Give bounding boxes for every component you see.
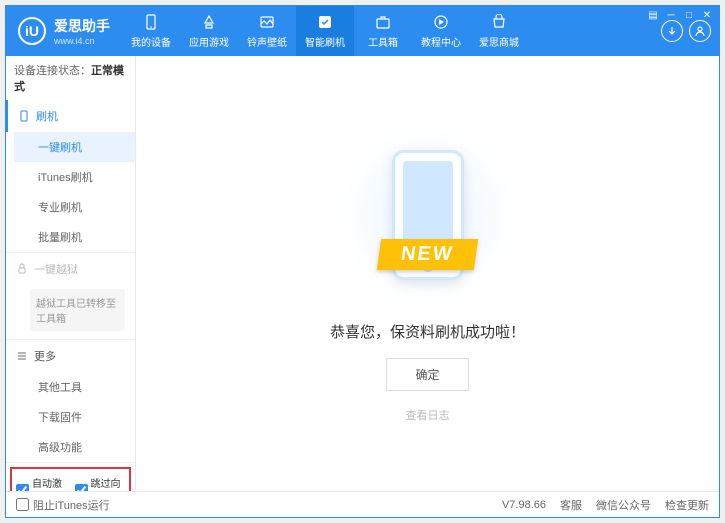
- download-icon[interactable]: [661, 20, 683, 42]
- success-message: 恭喜您，保资料刷机成功啦！: [330, 321, 525, 342]
- check-auto-activate[interactable]: 自动激活: [16, 475, 67, 491]
- window-controls: ▤ ─ □ ✕: [645, 8, 715, 22]
- jailbreak-note: 越狱工具已转移至工具箱: [30, 289, 125, 331]
- ok-button[interactable]: 确定: [386, 358, 468, 391]
- logo-icon: iU: [18, 17, 46, 45]
- nav-flash[interactable]: 智能刷机: [296, 6, 354, 56]
- new-ribbon: NEW: [377, 239, 478, 270]
- wechat-link[interactable]: 微信公众号: [596, 497, 651, 513]
- nav-apps[interactable]: 应用游戏: [180, 6, 238, 56]
- menu-icon[interactable]: ▤: [645, 8, 661, 22]
- check-skip-guide[interactable]: 跳过向导: [75, 475, 126, 491]
- view-log-link[interactable]: 查看日志: [406, 407, 450, 423]
- sidebar-item-pro[interactable]: 专业刷机: [14, 192, 135, 222]
- nav-ringtones[interactable]: 铃声壁纸: [238, 6, 296, 56]
- block-itunes-check[interactable]: 阻止iTunes运行: [16, 497, 488, 513]
- apps-icon: [200, 13, 218, 31]
- update-link[interactable]: 检查更新: [665, 497, 709, 513]
- section-jailbreak: 一键越狱 越狱工具已转移至工具箱: [6, 253, 135, 340]
- nav-toolbox[interactable]: 工具箱: [354, 6, 412, 56]
- phone-icon: [142, 13, 160, 31]
- section-jailbreak-head[interactable]: 一键越狱: [6, 253, 135, 285]
- user-icon[interactable]: [689, 20, 711, 42]
- footer: 阻止iTunes运行 V7.98.66 客服 微信公众号 检查更新: [6, 491, 719, 517]
- flash-icon: [316, 13, 334, 31]
- sidebar-item-batch[interactable]: 批量刷机: [14, 222, 135, 252]
- close-icon[interactable]: ✕: [699, 8, 715, 22]
- body: 设备连接状态：正常模式 刷机 一键刷机 iTunes刷机 专业刷机 批量刷机 一…: [6, 56, 719, 491]
- phone-icon: [18, 110, 30, 122]
- connection-status: 设备连接状态：正常模式: [6, 56, 135, 100]
- sidebar: 设备连接状态：正常模式 刷机 一键刷机 iTunes刷机 专业刷机 批量刷机 一…: [6, 56, 136, 491]
- section-more: 更多 其他工具 下载固件 高级功能: [6, 340, 135, 463]
- list-icon: [16, 350, 28, 362]
- sidebar-item-itunes[interactable]: iTunes刷机: [14, 162, 135, 192]
- lock-icon: [16, 263, 28, 275]
- section-flash-head[interactable]: 刷机: [6, 100, 135, 132]
- section-flash: 刷机 一键刷机 iTunes刷机 专业刷机 批量刷机: [6, 100, 135, 253]
- store-icon: [490, 13, 508, 31]
- header: iU 爱思助手 www.i4.cn 我的设备 应用游戏 铃声壁纸 智能刷机 工具…: [6, 6, 719, 56]
- wallpaper-icon: [258, 13, 276, 31]
- sidebar-item-firmware[interactable]: 下载固件: [14, 402, 135, 432]
- app-window: ▤ ─ □ ✕ iU 爱思助手 www.i4.cn 我的设备 应用游戏 铃声壁纸…: [5, 5, 720, 518]
- main-content: NEW 恭喜您，保资料刷机成功啦！ 确定 查看日志: [136, 56, 719, 491]
- nav-tutorials[interactable]: 教程中心: [412, 6, 470, 56]
- version-label: V7.98.66: [502, 499, 546, 511]
- service-link[interactable]: 客服: [560, 497, 582, 513]
- minimize-icon[interactable]: ─: [663, 8, 679, 22]
- tutorial-icon: [432, 13, 450, 31]
- logo: iU 爱思助手 www.i4.cn: [6, 16, 122, 46]
- sidebar-item-other[interactable]: 其他工具: [14, 372, 135, 402]
- success-illustration: NEW: [338, 125, 518, 305]
- app-title: 爱思助手: [54, 16, 110, 36]
- section-more-head[interactable]: 更多: [6, 340, 135, 372]
- app-url: www.i4.cn: [54, 36, 110, 46]
- header-actions: [653, 20, 719, 42]
- nav-store[interactable]: 爱思商城: [470, 6, 528, 56]
- maximize-icon[interactable]: □: [681, 8, 697, 22]
- options-highlighted: 自动激活 跳过向导: [10, 467, 131, 491]
- main-nav: 我的设备 应用游戏 铃声壁纸 智能刷机 工具箱 教程中心 爱思商城: [122, 6, 653, 56]
- sidebar-item-oneclick[interactable]: 一键刷机: [14, 132, 135, 162]
- sidebar-item-advanced[interactable]: 高级功能: [14, 432, 135, 462]
- toolbox-icon: [374, 13, 392, 31]
- nav-my-device[interactable]: 我的设备: [122, 6, 180, 56]
